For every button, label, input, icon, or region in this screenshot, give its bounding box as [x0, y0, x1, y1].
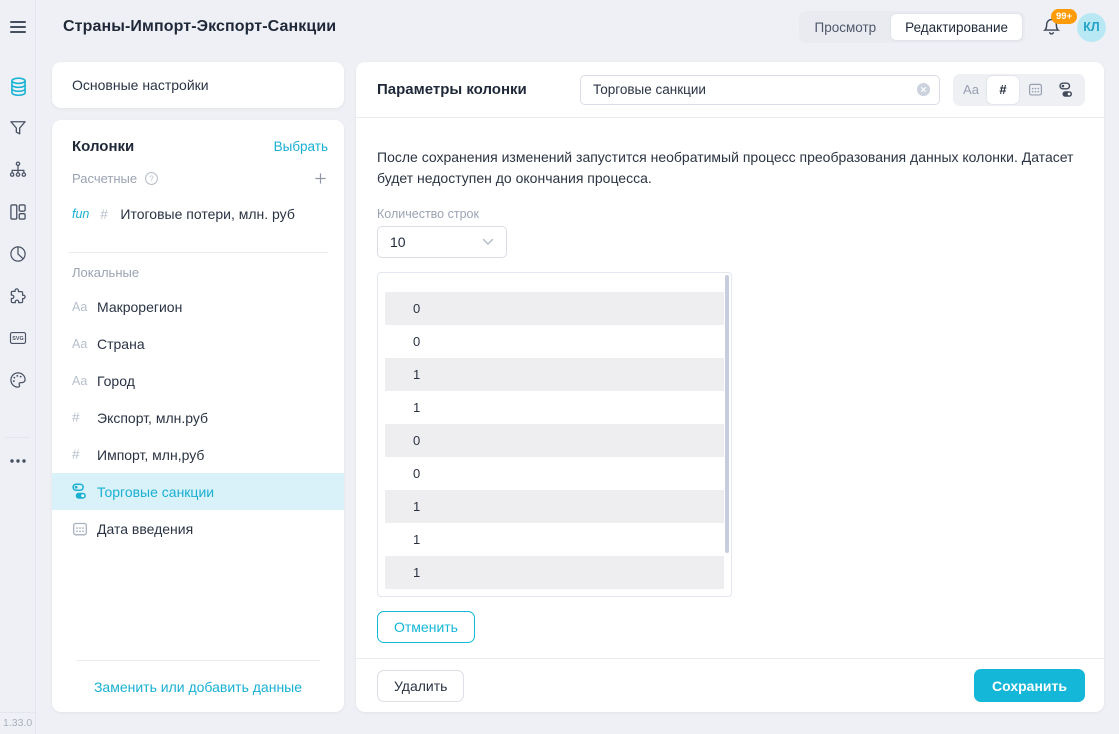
table-row: 0 — [385, 457, 724, 490]
cancel-button[interactable]: Отменить — [377, 611, 475, 643]
number-type-icon: # — [72, 410, 92, 425]
warning-text: После сохранения изменений запустится не… — [377, 147, 1077, 189]
delete-button[interactable]: Удалить — [377, 670, 464, 702]
field-item-city[interactable]: Aa Город — [52, 362, 344, 399]
clear-icon[interactable] — [916, 82, 931, 97]
field-label: Макрорегион — [97, 299, 182, 315]
column-name-input[interactable] — [580, 75, 940, 105]
field-item-export[interactable]: # Экспорт, млн.руб — [52, 399, 344, 436]
table-row: 1 — [385, 556, 724, 589]
function-icon: fun — [72, 207, 89, 221]
field-item-macroregion[interactable]: Aa Макрорегион — [52, 288, 344, 325]
table-row: 1 — [385, 490, 724, 523]
chart-icon[interactable] — [0, 234, 36, 274]
field-label: Итоговые потери, млн. руб — [120, 206, 294, 222]
type-date-button[interactable] — [1019, 76, 1051, 104]
field-label: Страна — [97, 336, 145, 352]
columns-title: Колонки — [72, 138, 134, 155]
calculated-label: Расчетные — [72, 171, 137, 186]
rows-count-select[interactable]: 10 — [377, 226, 507, 258]
type-string-button[interactable]: Aa — [955, 76, 987, 104]
rail-divider — [5, 437, 30, 438]
svg-text:?: ? — [149, 174, 154, 183]
save-button[interactable]: Сохранить — [974, 669, 1085, 702]
type-number-button[interactable]: # — [987, 76, 1019, 104]
more-icon[interactable] — [0, 441, 36, 481]
preview-rows: 001100111 — [385, 292, 724, 589]
mode-switcher: Просмотр Редактирование — [799, 11, 1026, 43]
table-row: 0 — [385, 424, 724, 457]
select-columns-link[interactable]: Выбрать — [274, 139, 328, 154]
preview-table: 001100111 — [377, 272, 732, 597]
table-row: 1 — [385, 358, 724, 391]
mode-edit-button[interactable]: Редактирование — [890, 13, 1023, 41]
help-icon[interactable]: ? — [144, 171, 159, 186]
field-item-date[interactable]: Дата введения — [52, 510, 344, 547]
string-type-icon: Aa — [72, 337, 92, 351]
rail-bottom-divider — [0, 712, 36, 713]
table-row: 0 — [385, 292, 724, 325]
rows-count-value: 10 — [390, 234, 406, 250]
app-version: 1.33.0 — [3, 717, 32, 729]
palette-icon[interactable] — [0, 360, 36, 400]
column-params-panel: Параметры колонки Aa # — [356, 62, 1104, 712]
section-divider — [68, 252, 328, 253]
basic-settings-label: Основные настройки — [72, 77, 209, 93]
number-type-icon: # — [100, 207, 120, 222]
svg-text:SVG: SVG — [12, 336, 23, 342]
hamburger-menu-icon[interactable] — [0, 8, 36, 46]
notifications-badge: 99+ — [1051, 9, 1077, 24]
table-row: 0 — [385, 325, 724, 358]
chevron-down-icon — [482, 238, 494, 246]
scrollbar[interactable] — [725, 275, 729, 553]
svg-icon[interactable]: SVG — [0, 318, 36, 358]
columns-card: Колонки Выбрать Расчетные ? fun # Итогов… — [52, 120, 344, 712]
filter-icon[interactable] — [0, 108, 36, 148]
datasets-icon[interactable] — [0, 66, 36, 106]
mode-view-button[interactable]: Просмотр — [801, 13, 891, 41]
table-row: 1 — [385, 523, 724, 556]
rows-count-label: Количество строк — [377, 207, 1083, 221]
table-row: 1 — [385, 391, 724, 424]
replace-data-link[interactable]: Заменить или добавить данные — [52, 661, 344, 712]
hierarchy-icon[interactable] — [0, 150, 36, 190]
boolean-type-icon — [72, 483, 92, 500]
type-boolean-button[interactable] — [1051, 76, 1083, 104]
local-label: Локальные — [72, 265, 344, 280]
plugin-icon[interactable] — [0, 276, 36, 316]
add-calculated-field-button[interactable] — [313, 171, 328, 186]
field-label: Дата введения — [97, 521, 193, 537]
field-item-calculated[interactable]: fun # Итоговые потери, млн. руб — [52, 196, 344, 232]
field-label: Импорт, млн,руб — [97, 447, 204, 463]
field-item-country[interactable]: Aa Страна — [52, 325, 344, 362]
basic-settings-card[interactable]: Основные настройки — [52, 62, 344, 108]
panel-title: Параметры колонки — [377, 81, 527, 98]
app: SVG 1.33.0 Страны-Импорт-Экспор — [0, 0, 1119, 734]
field-label: Экспорт, млн.руб — [97, 410, 208, 426]
field-label: Торговые санкции — [97, 484, 214, 500]
dashboard-icon[interactable] — [0, 192, 36, 232]
column-type-switcher: Aa # — [953, 74, 1085, 106]
field-label: Город — [97, 373, 135, 389]
field-item-sanctions[interactable]: Торговые санкции — [52, 473, 344, 510]
notifications-button[interactable]: 99+ — [1041, 14, 1065, 40]
date-type-icon — [72, 521, 92, 537]
string-type-icon: Aa — [72, 374, 92, 388]
topbar: Страны-Импорт-Экспорт-Санкции Просмотр Р… — [37, 0, 1119, 54]
avatar[interactable]: КЛ — [1077, 13, 1106, 42]
page-title: Страны-Импорт-Экспорт-Санкции — [63, 18, 336, 36]
left-icon-rail: SVG 1.33.0 — [0, 0, 36, 734]
number-type-icon: # — [72, 447, 92, 462]
field-item-import[interactable]: # Импорт, млн,руб — [52, 436, 344, 473]
string-type-icon: Aa — [72, 300, 92, 314]
